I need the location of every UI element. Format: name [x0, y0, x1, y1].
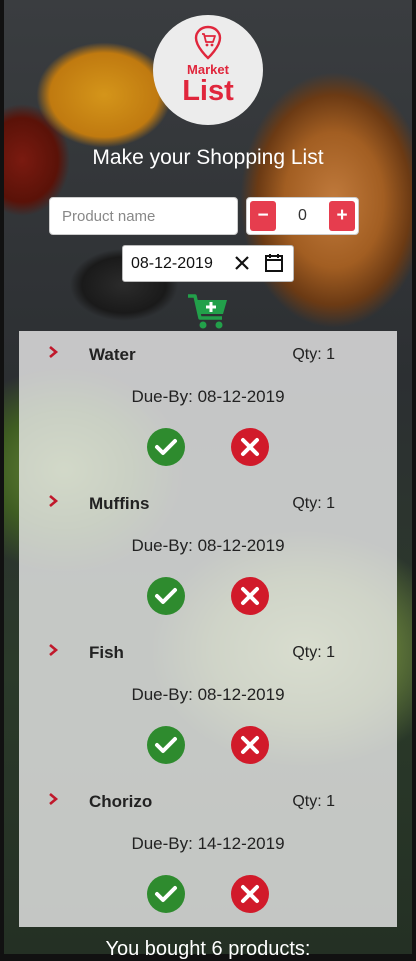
page-title: Make your Shopping List — [92, 146, 324, 169]
item-quantity: Qty: 1 — [292, 793, 335, 810]
chevron-right-icon[interactable] — [47, 792, 59, 806]
calendar-icon[interactable] — [263, 252, 285, 274]
chevron-right-icon[interactable] — [47, 643, 59, 657]
app-logo: Market List — [153, 15, 263, 125]
quantity-stepper: − 0 + — [246, 197, 359, 235]
window-edge — [412, 0, 416, 954]
check-circle-icon[interactable] — [146, 427, 186, 467]
due-date-value: 08-12-2019 — [131, 255, 213, 272]
due-date-input[interactable]: 08-12-2019 — [122, 245, 294, 282]
list-item: Chorizo Qty: 1 Due-By: 14-12-2019 — [19, 778, 397, 927]
increment-button[interactable]: + — [329, 201, 355, 231]
quantity-value[interactable]: 0 — [277, 198, 328, 234]
close-icon[interactable] — [231, 252, 253, 274]
shopping-list: Water Qty: 1 Due-By: 08-12-2019 Muffins … — [19, 331, 397, 927]
list-item: Fish Qty: 1 Due-By: 08-12-2019 — [19, 629, 397, 778]
item-quantity: Qty: 1 — [292, 644, 335, 661]
x-circle-icon[interactable] — [230, 725, 270, 765]
item-name: Muffins — [89, 494, 150, 513]
purchase-summary: You bought 6 products: — [105, 938, 311, 960]
x-circle-icon[interactable] — [230, 427, 270, 467]
check-circle-icon[interactable] — [146, 576, 186, 616]
x-circle-icon[interactable] — [230, 576, 270, 616]
chevron-right-icon[interactable] — [47, 494, 59, 508]
logo-text-list: List — [182, 75, 234, 107]
x-circle-icon[interactable] — [230, 874, 270, 914]
item-quantity: Qty: 1 — [292, 346, 335, 363]
check-circle-icon[interactable] — [146, 725, 186, 765]
decrement-button[interactable]: − — [250, 201, 276, 231]
item-name: Chorizo — [89, 792, 153, 811]
item-name: Fish — [89, 643, 124, 662]
list-item: Muffins Qty: 1 Due-By: 08-12-2019 — [19, 480, 397, 629]
item-name: Water — [89, 345, 136, 364]
list-item: Water Qty: 1 Due-By: 08-12-2019 — [19, 331, 397, 480]
cart-pin-icon — [194, 25, 222, 60]
item-due-date: Due-By: 14-12-2019 — [131, 834, 285, 853]
check-circle-icon[interactable] — [146, 874, 186, 914]
product-name-input[interactable] — [49, 197, 238, 235]
add-to-cart-icon[interactable] — [186, 290, 230, 330]
item-quantity: Qty: 1 — [292, 495, 335, 512]
item-due-date: Due-By: 08-12-2019 — [131, 387, 285, 406]
item-due-date: Due-By: 08-12-2019 — [131, 536, 285, 555]
item-due-date: Due-By: 08-12-2019 — [131, 685, 285, 704]
chevron-right-icon[interactable] — [47, 345, 59, 359]
